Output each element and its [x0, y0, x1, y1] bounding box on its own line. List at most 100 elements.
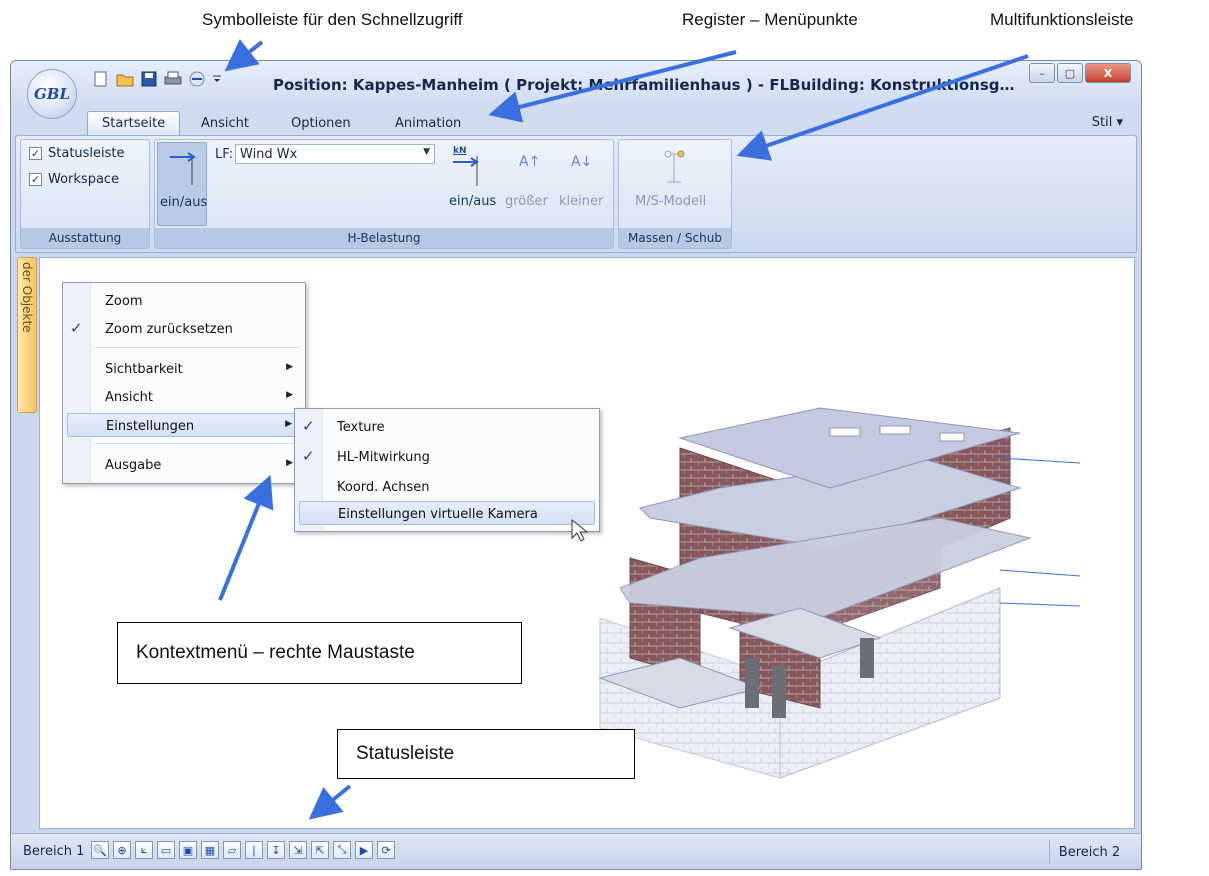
- menu-item-texture[interactable]: ✓ Texture: [295, 415, 599, 439]
- ribbon: ✓ Statusleiste ✓ Workspace Ausstattung e…: [15, 135, 1137, 253]
- menu-item-koord-achsen[interactable]: Koord. Achsen: [295, 475, 599, 499]
- zoom-icon[interactable]: 🔍: [91, 841, 109, 859]
- lf-label: LF:: [215, 147, 234, 162]
- menu-item-label: Zoom: [105, 294, 143, 309]
- menu-item-label: Ausgabe: [105, 458, 162, 473]
- arrow-up-icon: A↑: [519, 154, 541, 170]
- callout-register-label: Register – Menüpunkte: [682, 10, 858, 29]
- zoom-fit-icon[interactable]: ⊕: [113, 841, 131, 859]
- save-icon[interactable]: [139, 69, 159, 89]
- smaller-button[interactable]: A↓ kleiner: [555, 142, 611, 226]
- h-load-toggle-button[interactable]: ein/aus: [157, 142, 207, 226]
- mouse-cursor-icon: [571, 518, 589, 542]
- menu-item-ausgabe[interactable]: Ausgabe ▶: [63, 453, 305, 477]
- close-button[interactable]: X: [1085, 63, 1131, 83]
- smaller-label: kleiner: [559, 194, 604, 209]
- maximize-button[interactable]: ▢: [1057, 63, 1083, 83]
- menu-item-label: Einstellungen: [106, 419, 195, 434]
- brick-icon[interactable]: ▦: [201, 841, 219, 859]
- submenu-arrow-icon: ▶: [285, 419, 292, 429]
- status-bar: Bereich 1 🔍 ⊕ ⟀ ▭ ▣ ▦ ▱ ❘ ↧ ⇲ ⇱ ⤡ ▶ ⟳ Bereich 2: [11, 833, 1141, 869]
- context-menu: Zoom ✓ Zoom zurücksetzen Sichtbarkeit ▶ …: [62, 282, 306, 484]
- view-x-icon[interactable]: ⇲: [289, 841, 307, 859]
- title-bar: Position: Kappes-Manheim ( Projekt: Mehr…: [11, 61, 1141, 107]
- callout-context-label: Kontextmenü – rechte Maustaste: [136, 642, 415, 663]
- menu-item-zoom[interactable]: Zoom: [63, 289, 305, 313]
- group-h-belastung: ein/aus LF: Wind Wx ▼ kN ein/aus A↑ größ…: [154, 139, 614, 249]
- frame2-icon[interactable]: ▣: [179, 841, 197, 859]
- chevron-down-icon: ▼: [423, 147, 430, 157]
- tab-startseite[interactable]: Startseite: [87, 111, 181, 135]
- settings-submenu: ✓ Texture ✓ HL-Mitwirkung Koord. Achsen …: [294, 408, 600, 532]
- ribbon-tabs: Startseite Ansicht Optionen Animation St…: [11, 107, 1141, 135]
- statusleiste-checkbox[interactable]: ✓ Statusleiste: [29, 146, 125, 161]
- ms-model-button[interactable]: M/S-Modell: [621, 142, 729, 226]
- view-icon[interactable]: [187, 69, 207, 89]
- workspace-checkbox[interactable]: ✓ Workspace: [29, 172, 119, 187]
- kn-toggle-label: ein/aus: [449, 194, 497, 209]
- frame-icon[interactable]: ▭: [157, 841, 175, 859]
- menu-item-zoom-reset[interactable]: ✓ Zoom zurücksetzen: [63, 317, 305, 341]
- submenu-arrow-icon: ▶: [286, 458, 293, 468]
- menu-item-label: Texture: [337, 420, 385, 435]
- bigger-button[interactable]: A↑ größer: [501, 142, 551, 226]
- menu-separator: [95, 347, 301, 348]
- print-icon[interactable]: [163, 69, 183, 89]
- ms-model-label: M/S-Modell: [635, 194, 707, 209]
- style-menu[interactable]: Stil ▾: [1092, 115, 1123, 130]
- open-icon[interactable]: [115, 69, 135, 89]
- objects-side-tab[interactable]: der Objekte: [17, 257, 37, 413]
- check-icon: ✓: [302, 417, 315, 435]
- callout-ribbon-label: Multifunktionsleiste: [990, 10, 1134, 29]
- workspace-check-icon: ✓: [29, 173, 42, 186]
- callout-qat-label: Symbolleiste für den Schnellzugriff: [202, 10, 463, 29]
- axes-icon[interactable]: ⟀: [135, 841, 153, 859]
- menu-item-label: Zoom zurücksetzen: [105, 322, 233, 337]
- group-massen-schub: M/S-Modell Massen / Schub: [618, 139, 732, 249]
- group-ausstattung-label: Ausstattung: [21, 228, 149, 248]
- minimize-button[interactable]: –: [1029, 63, 1055, 83]
- menu-item-hl-mitwirkung[interactable]: ✓ HL-Mitwirkung: [295, 445, 599, 469]
- menu-item-label: Einstellungen virtuelle Kamera: [338, 507, 538, 522]
- qat-dropdown-icon[interactable]: [211, 69, 223, 89]
- menu-item-label: Ansicht: [105, 390, 154, 405]
- side-tab-label: der Objekte: [20, 262, 34, 333]
- ms-model-icon: [664, 150, 685, 183]
- menu-separator: [95, 443, 301, 444]
- status-right: Bereich 2: [1049, 840, 1129, 864]
- kn-arrow-icon: [453, 156, 479, 186]
- workspace-label: Workspace: [48, 172, 120, 187]
- statusleiste-label: Statusleiste: [48, 146, 125, 161]
- view-y-icon[interactable]: ⇱: [311, 841, 329, 859]
- menu-item-label: Koord. Achsen: [337, 480, 430, 495]
- column-icon[interactable]: ❘: [245, 841, 263, 859]
- group-h-belastung-label: H-Belastung: [155, 228, 613, 248]
- menu-item-ansicht[interactable]: Ansicht ▶: [63, 385, 305, 409]
- play-icon[interactable]: ▶: [355, 841, 373, 859]
- tab-animation[interactable]: Animation: [381, 111, 475, 135]
- app-logo: GBL: [33, 85, 71, 103]
- lf-select-value: Wind Wx: [240, 146, 298, 162]
- application-orb[interactable]: GBL: [27, 69, 77, 119]
- slab-icon[interactable]: ▱: [223, 841, 241, 859]
- tab-optionen[interactable]: Optionen: [277, 111, 365, 135]
- tab-ansicht[interactable]: Ansicht: [187, 111, 263, 135]
- new-icon[interactable]: [91, 69, 111, 89]
- menu-item-sichtbarkeit[interactable]: Sichtbarkeit ▶: [63, 357, 305, 381]
- arrow-down-icon: A↓: [571, 154, 593, 170]
- rotate-icon[interactable]: ⟳: [377, 841, 395, 859]
- view-z-icon[interactable]: ⤡: [333, 841, 351, 859]
- kn-toggle-button[interactable]: kN ein/aus: [445, 142, 497, 226]
- menu-item-label: Sichtbarkeit: [105, 362, 183, 377]
- menu-item-virtual-camera[interactable]: Einstellungen virtuelle Kamera: [299, 501, 595, 525]
- check-icon: ✓: [70, 319, 83, 337]
- bigger-label: größer: [505, 194, 548, 209]
- callout-context-box: Kontextmenü – rechte Maustaste: [117, 622, 522, 684]
- menu-item-einstellungen[interactable]: Einstellungen ▶: [67, 413, 301, 437]
- group-ausstattung: ✓ Statusleiste ✓ Workspace Ausstattung: [20, 139, 150, 249]
- callout-status-box: Statusleiste: [337, 729, 635, 779]
- lf-select[interactable]: Wind Wx ▼: [235, 144, 435, 164]
- load-icon[interactable]: ↧: [267, 841, 285, 859]
- statusleiste-check-icon: ✓: [29, 147, 42, 160]
- group-massen-label: Massen / Schub: [619, 228, 731, 248]
